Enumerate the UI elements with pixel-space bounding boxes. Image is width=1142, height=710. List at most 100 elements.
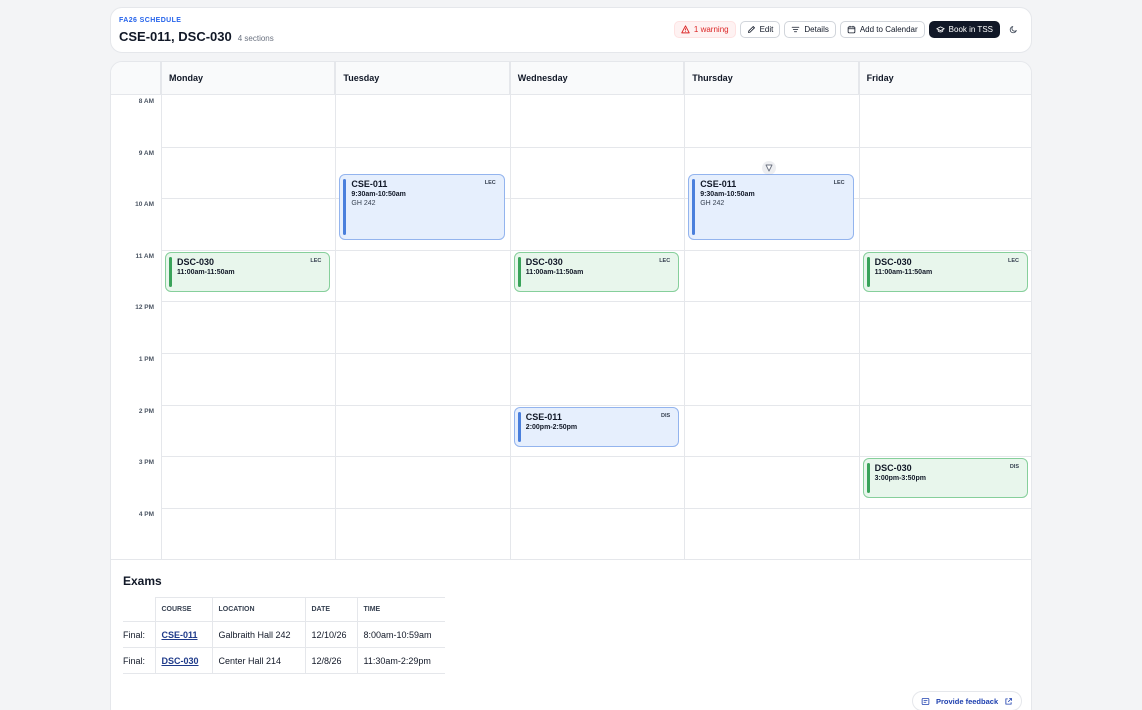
day-divider (684, 62, 686, 559)
event-type-badge: DIS (661, 412, 671, 419)
exam-kind: Final: (123, 647, 155, 674)
warning-icon (681, 25, 690, 34)
table-row: Final: DSC-030 Center Hall 214 12/8/26 1… (123, 647, 445, 674)
event-type-badge: LEC (484, 180, 496, 187)
exams-title: Exams (123, 574, 162, 588)
hour-label: 3 PM (138, 459, 154, 467)
event-time: 11:00am-11:50am (177, 268, 235, 276)
event-cse-011-lec-tuesday[interactable]: CSE-011 LEC 9:30am-10:50am GH 242 (339, 174, 505, 241)
message-icon (921, 697, 930, 706)
exam-course-link[interactable]: CSE-011 (162, 630, 198, 640)
theme-toggle-button[interactable] (1004, 21, 1023, 38)
exam-location: Galbraith Hall 242 (211, 621, 305, 648)
event-course: CSE-011 (700, 179, 737, 190)
toolbar: 1 warning Edit Details Add to Calendar B… (673, 21, 1023, 38)
exams-header-row: COURSE LOCATION DATE TIME (123, 597, 445, 622)
provide-feedback-button[interactable]: Provide feedback (912, 691, 1023, 710)
exams-header-date: DATE (304, 597, 357, 622)
warning-button[interactable]: 1 warning (673, 21, 736, 38)
details-label: Details (804, 25, 829, 34)
day-header-tuesday: Tuesday (335, 62, 510, 95)
exam-course-cell: CSE-011 (154, 621, 212, 648)
calendar-icon (847, 25, 856, 34)
event-dsc-030-dis-friday[interactable]: DSC-030 DIS 3:00pm-3:50pm (862, 458, 1028, 499)
hour-gridline (161, 404, 1031, 406)
event-course: CSE-011 (525, 411, 562, 422)
hour-gridline (161, 456, 1031, 458)
hour-label: 4 PM (138, 510, 154, 518)
exam-time: 8:00am-10:59am (356, 621, 445, 648)
add-to-calendar-button[interactable]: Add to Calendar (839, 21, 925, 38)
moon-icon (1009, 25, 1018, 34)
event-type-badge: DIS (1009, 464, 1019, 471)
exams-header-blank (123, 597, 155, 622)
event-type-badge: LEC (310, 257, 322, 264)
book-in-tss-button[interactable]: Book in TSS (928, 21, 1000, 38)
exam-time: 11:30am-2:29pm (356, 647, 445, 674)
external-link-icon (1004, 697, 1013, 706)
event-type-badge: LEC (1007, 257, 1019, 264)
exam-date: 12/10/26 (304, 621, 357, 648)
filter-icon (791, 25, 800, 34)
hour-label: 12 PM (135, 304, 154, 312)
edit-button[interactable]: Edit (739, 21, 781, 38)
day-divider (335, 62, 337, 559)
exams-table: COURSE LOCATION DATE TIME Final: CSE-011… (123, 597, 445, 674)
hour-gridline (161, 249, 1031, 251)
hour-label: 9 AM (138, 149, 154, 157)
exams-header-location: LOCATION (211, 597, 305, 622)
hour-gridline (161, 301, 1031, 303)
day-divider (858, 62, 860, 559)
day-header-wednesday: Wednesday (509, 62, 685, 95)
provide-feedback-label: Provide feedback (936, 696, 999, 706)
graduation-cap-icon (936, 25, 945, 34)
event-cse-011-lec-thursday[interactable]: CSE-011 LEC 9:30am-10:50am GH 242 (688, 174, 854, 241)
event-course: DSC-030 (874, 256, 912, 267)
exams-header-time: TIME (356, 597, 445, 622)
event-location: GH 242 (700, 200, 725, 208)
hour-gridline (161, 146, 1031, 148)
day-header-thursday: Thursday (684, 62, 859, 95)
event-dsc-030-lec-friday[interactable]: DSC-030 LEC 11:00am-11:50am (862, 251, 1028, 292)
pencil-icon (747, 25, 756, 34)
exam-course-link[interactable]: DSC-030 (162, 656, 199, 666)
exam-date: 12/8/26 (304, 647, 357, 674)
mouse-cursor-icon (762, 161, 776, 175)
event-dsc-030-lec-monday[interactable]: DSC-030 LEC 11:00am-11:50am (165, 251, 331, 292)
page-title: CSE-011, DSC-030 (119, 29, 232, 44)
exams-header-course: COURSE (154, 597, 212, 622)
hour-gridline (161, 353, 1031, 354)
book-in-tss-label: Book in TSS (948, 25, 993, 34)
day-divider (161, 62, 162, 559)
event-course: DSC-030 (874, 463, 912, 474)
sections-count: 4 sections (237, 34, 274, 43)
warning-label: 1 warning (693, 25, 729, 34)
day-header-monday: Monday (161, 62, 336, 95)
event-course: DSC-030 (525, 256, 563, 267)
event-time: 2:00pm-2:50pm (525, 423, 578, 431)
hour-label: 8 AM (138, 98, 154, 105)
hour-gridline (161, 198, 1031, 200)
details-button[interactable]: Details (784, 21, 836, 38)
schedule-eyebrow: FA26 SCHEDULE (119, 17, 182, 24)
edit-label: Edit (759, 25, 774, 34)
hour-label: 2 PM (138, 407, 154, 415)
weekly-calendar: Monday Tuesday Wednesday Thursday Friday 8 AM… (110, 61, 1032, 710)
hour-label: 11 AM (135, 252, 154, 260)
exam-course-cell: DSC-030 (154, 647, 212, 674)
hour-gridline (161, 507, 1031, 509)
event-type-badge: LEC (833, 180, 845, 187)
event-course: DSC-030 (177, 256, 215, 267)
hour-label: 10 AM (135, 201, 154, 209)
event-dsc-030-lec-wednesday[interactable]: DSC-030 LEC 11:00am-11:50am (513, 251, 680, 292)
event-type-badge: LEC (659, 257, 671, 264)
event-time: 9:30am-10:50am (700, 191, 755, 199)
table-row: Final: CSE-011 Galbraith Hall 242 12/10/… (123, 621, 445, 648)
day-divider (509, 62, 511, 559)
event-time: 3:00pm-3:50pm (874, 475, 926, 483)
day-header-friday: Friday (858, 62, 1031, 95)
event-time: 9:30am-10:50am (351, 191, 406, 199)
time-gutter-header (111, 62, 161, 95)
add-to-calendar-label: Add to Calendar (859, 25, 918, 34)
event-cse-011-dis-wednesday[interactable]: CSE-011 DIS 2:00pm-2:50pm (513, 406, 680, 447)
